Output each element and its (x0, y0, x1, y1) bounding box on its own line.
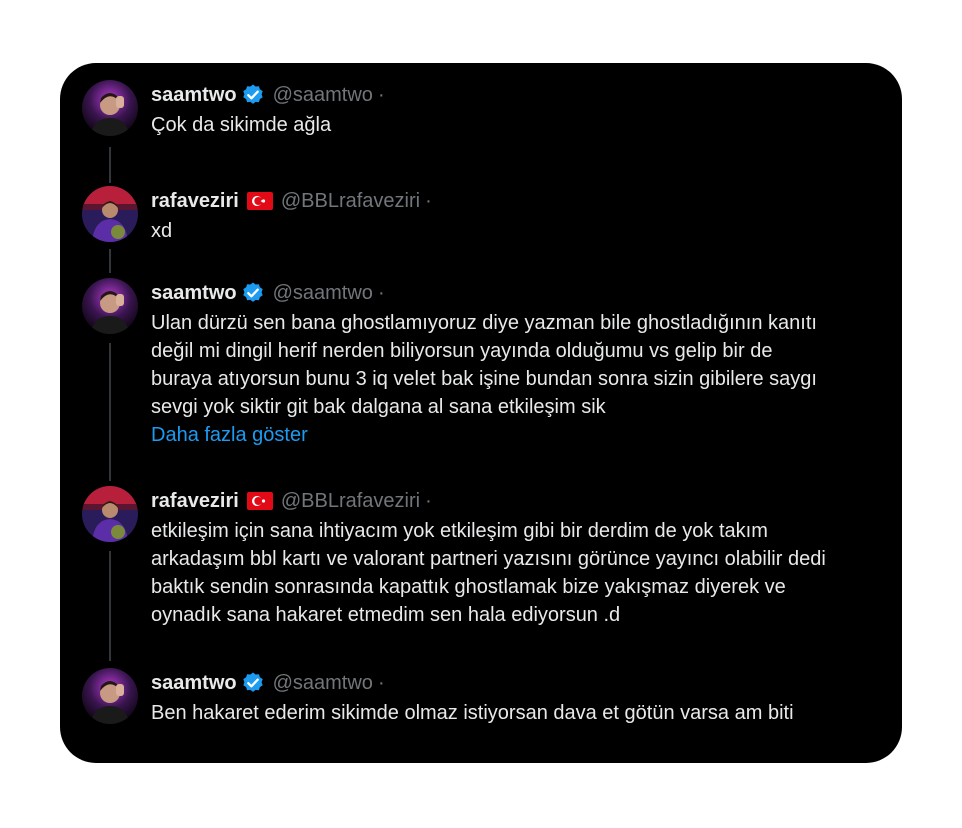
thread-connector (109, 249, 111, 273)
user-handle[interactable]: @saamtwo (273, 672, 373, 695)
tweet-thread-card: saamtwo @saamtwo · Çok da sikimde ağla r… (60, 63, 902, 763)
turkey-flag-icon (246, 492, 273, 510)
separator-dot: · (425, 189, 432, 212)
user-handle[interactable]: @saamtwo (273, 84, 373, 107)
turkey-flag-icon (246, 192, 273, 210)
tweet[interactable]: saamtwo @saamtwo · Çok da sikimde ağla (82, 80, 882, 140)
separator-dot: · (377, 671, 385, 694)
tweet-text-line: arkadaşım bbl kartı ve valorant partneri… (151, 548, 826, 570)
tweet-text: etkileşim için sana ihtiyacım yok etkile… (151, 517, 882, 629)
show-more-link[interactable]: Daha fazla göster (151, 421, 882, 449)
verified-badge-icon (241, 281, 265, 305)
tweet-text-line: değil mi dingil herif nerden biliyorsun … (151, 340, 773, 362)
user-handle[interactable]: @saamtwo (273, 282, 373, 305)
avatar[interactable] (82, 186, 138, 242)
display-name[interactable]: saamtwo (151, 672, 237, 695)
separator-dot: · (377, 281, 385, 304)
avatar[interactable] (82, 278, 138, 334)
tweet[interactable]: rafaveziri @BBLrafaveziri · etkileşim iç… (82, 486, 882, 636)
tweet-text: Ben hakaret ederim sikimde olmaz istiyor… (151, 702, 794, 724)
display-name[interactable]: saamtwo (151, 282, 237, 305)
tweet-text: Çok da sikimde ağla (151, 114, 332, 136)
tweet-text: xd (151, 220, 173, 242)
separator-dot: · (425, 489, 432, 512)
avatar[interactable] (82, 80, 138, 136)
tweet-text-line: baktık sendin sonrasında kapattık ghostl… (151, 576, 786, 598)
tweet[interactable]: saamtwo @saamtwo · Ulan dürzü sen bana g… (82, 278, 882, 458)
tweet[interactable]: saamtwo @saamtwo · Ben hakaret ederim si… (82, 668, 882, 728)
tweet-text-line: etkileşim için sana ihtiyacım yok etkile… (151, 520, 768, 542)
tweet-text-line: Ulan dürzü sen bana ghostlamıyoruz diye … (151, 312, 817, 334)
avatar[interactable] (82, 668, 138, 724)
user-handle[interactable]: @BBLrafaveziri (281, 490, 420, 513)
display-name[interactable]: rafaveziri (151, 190, 239, 213)
tweet-text-line: sevgi yok siktir git bak dalgana al sana… (151, 396, 606, 418)
thread-connector (109, 147, 111, 183)
tweet-text-line: oynadık sana hakaret etmedim sen hala ed… (151, 604, 621, 626)
tweet-text: Ulan dürzü sen bana ghostlamıyoruz diye … (151, 309, 882, 421)
display-name[interactable]: saamtwo (151, 84, 237, 107)
display-name[interactable]: rafaveziri (151, 490, 239, 513)
avatar[interactable] (82, 486, 138, 542)
tweet[interactable]: rafaveziri @BBLrafaveziri · xd (82, 186, 882, 246)
verified-badge-icon (241, 671, 265, 695)
separator-dot: · (377, 83, 385, 106)
tweet-text-line: buraya atıyorsun bunu 3 iq velet bak işi… (151, 368, 817, 390)
verified-badge-icon (241, 83, 265, 107)
user-handle[interactable]: @BBLrafaveziri (281, 190, 420, 213)
